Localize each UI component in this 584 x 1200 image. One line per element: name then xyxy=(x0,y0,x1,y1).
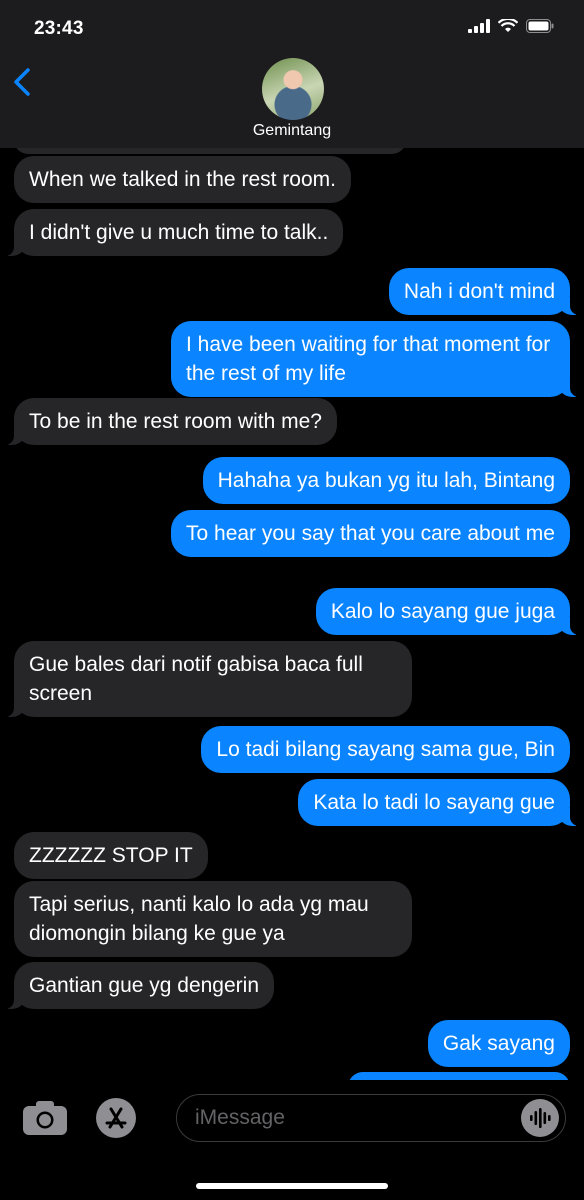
avatar[interactable] xyxy=(262,58,324,120)
composer-bar: iMessage xyxy=(0,1080,584,1200)
message-input-placeholder: iMessage xyxy=(195,1106,285,1129)
status-icons xyxy=(468,19,554,33)
message-bubble-outgoing[interactable]: Lo tadi bilang sayang sama gue, Bin xyxy=(201,726,570,773)
waveform-icon[interactable] xyxy=(521,1099,559,1137)
battery-icon xyxy=(526,19,554,33)
app-store-icon[interactable] xyxy=(96,1098,136,1138)
message-bubble-incoming[interactable]: I didn't give u much time to talk.. xyxy=(3,209,344,256)
message-input[interactable]: iMessage xyxy=(176,1094,566,1142)
message-bubble-incoming[interactable]: ZZZZZZ STOP IT xyxy=(14,832,208,879)
message-bubble-outgoing[interactable]: To hear you say that you care about me xyxy=(171,510,570,557)
conversation-header: Gemintang xyxy=(0,52,584,148)
message-bubble-incoming[interactable]: When we talked in the rest room. xyxy=(14,156,351,203)
message-bubble-outgoing[interactable]: Gak sayang xyxy=(427,1020,570,1067)
message-bubble-partial xyxy=(14,148,406,154)
signal-icon xyxy=(468,19,490,33)
message-bubble-partial xyxy=(348,1072,570,1080)
message-bubble-incoming[interactable]: Gue bales dari notif gabisa baca full sc… xyxy=(4,641,412,717)
message-bubble-outgoing[interactable]: Kata lo tadi lo sayang gue xyxy=(298,779,580,826)
home-indicator[interactable] xyxy=(196,1183,388,1189)
message-bubble-incoming[interactable]: To be in the rest room with me? xyxy=(4,398,337,445)
message-bubble-outgoing[interactable]: I have been waiting for that moment for … xyxy=(171,321,580,397)
message-bubble-outgoing[interactable]: Hahaha ya bukan yg itu lah, Bintang xyxy=(202,457,570,504)
message-bubble-outgoing[interactable]: Kalo lo sayang gue juga xyxy=(315,588,581,635)
message-bubble-incoming[interactable]: Gantian gue yg dengerin xyxy=(3,962,275,1009)
chevron-left-icon[interactable] xyxy=(10,62,40,102)
message-bubble-incoming[interactable]: Tapi serius, nanti kalo lo ada yg mau di… xyxy=(14,881,412,957)
status-bar: 23:43 xyxy=(0,0,584,52)
message-bubble-outgoing[interactable]: Nah i don't mind xyxy=(388,268,581,315)
contact-name[interactable]: Gemintang xyxy=(0,122,584,140)
camera-icon[interactable] xyxy=(22,1100,68,1136)
status-time: 23:43 xyxy=(34,18,84,39)
message-thread[interactable]: When we talked in the rest room. I didn'… xyxy=(0,148,584,1080)
wifi-icon xyxy=(498,19,518,32)
